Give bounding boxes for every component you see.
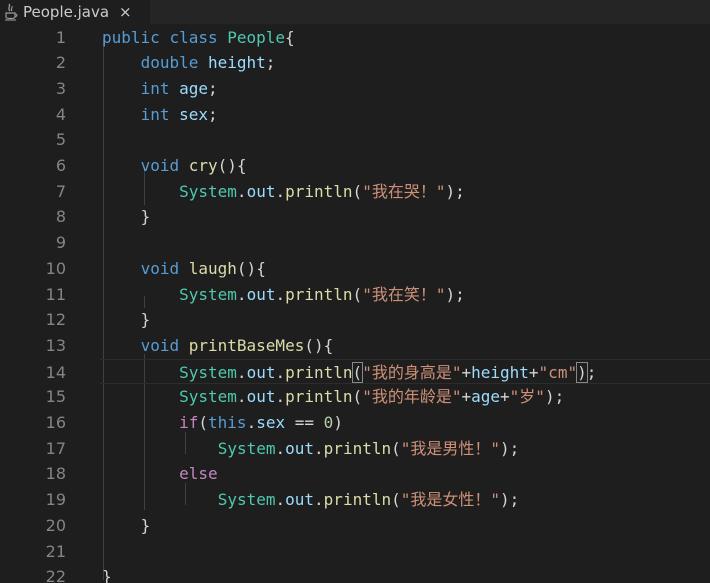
code-text: int sex; (140, 104, 218, 124)
code-text: } (140, 515, 151, 535)
code-line[interactable]: 14 System.out.println("我的身高是"+height+"cm… (46, 358, 710, 385)
code-text: void cry(){ (140, 156, 247, 175)
code-line[interactable]: 21 (0, 539, 710, 565)
line-number: 16 (45, 413, 66, 432)
code-line[interactable]: 3 int age; (0, 76, 710, 102)
code-line[interactable]: 13 void printBaseMes(){ (0, 333, 710, 359)
code-text: System.out.println("我在哭！"); (179, 181, 465, 201)
line-number: 4 (55, 104, 66, 124)
code-line[interactable]: 17 System.out.println("我是男性！"); (0, 436, 710, 462)
code-text: if(this.sex == 0) (179, 413, 343, 432)
code-text: } (140, 310, 151, 330)
tab-people-java[interactable]: People.java × (0, 0, 150, 24)
line-number: 21 (45, 541, 66, 561)
code-text: void laugh(){ (140, 258, 266, 278)
code-line[interactable]: 15 System.out.println("我的年龄是"+age+"岁"); (0, 384, 710, 410)
code-line[interactable]: 20 } (0, 513, 710, 539)
code-text: System.out.println("我是男性！"); (217, 438, 520, 458)
line-number: 14 (45, 362, 66, 382)
editor-tab-bar: People.java × (0, 0, 710, 24)
code-text: int age; (140, 78, 218, 98)
code-line[interactable]: 8 } (0, 204, 710, 230)
code-line[interactable]: 6 void cry(){ (0, 153, 710, 179)
code-line[interactable]: 22} (0, 564, 710, 583)
line-number: 1 (55, 27, 66, 47)
code-line[interactable]: 18 else (0, 461, 710, 487)
line-number: 9 (55, 233, 66, 253)
line-number: 8 (55, 207, 66, 227)
code-editor[interactable]: 1 public class People{2 double height; 3 i… (0, 24, 710, 583)
java-file-icon (5, 3, 18, 21)
line-number: 11 (45, 284, 66, 304)
code-line[interactable]: 19 System.out.println("我是女性！"); (0, 487, 710, 513)
code-line[interactable]: 11 System.out.println("我在笑！"); (0, 282, 710, 308)
line-number: 7 (55, 181, 66, 201)
line-number: 6 (55, 156, 66, 175)
code-line[interactable]: 4 int sex; (0, 102, 710, 128)
code-text: System.out.println("我的年龄是"+age+"岁"); (179, 387, 565, 407)
line-number: 15 (45, 387, 66, 407)
code-text: void printBaseMes(){ (140, 335, 334, 355)
code-text: System.out.println("我的身高是"+height+"cm"); (179, 361, 597, 383)
code-line[interactable]: 1 public class People{ (0, 25, 710, 51)
line-number: 10 (45, 258, 66, 278)
code-text: System.out.println("我是女性！"); (217, 490, 520, 510)
line-number: 13 (45, 335, 66, 355)
close-icon[interactable]: × (119, 3, 132, 21)
code-line[interactable]: 7 System.out.println("我在哭！"); (0, 179, 710, 205)
tab-label: People.java (23, 3, 110, 21)
code-text: } (102, 567, 112, 583)
code-line[interactable]: 12 } (0, 307, 710, 333)
line-number: 20 (45, 515, 66, 535)
code-line[interactable]: 2 double height; (0, 50, 710, 76)
line-number: 17 (45, 438, 66, 458)
line-number: 22 (45, 567, 66, 583)
line-number: 12 (45, 310, 66, 330)
code-text: public class People{ (102, 27, 295, 47)
line-number: 5 (55, 130, 66, 150)
line-number: 18 (45, 464, 66, 484)
code-text: else (179, 464, 218, 484)
line-number: 3 (55, 78, 66, 98)
code-text: System.out.println("我在笑！"); (179, 284, 465, 304)
code-line[interactable]: 10 void laugh(){ (0, 256, 710, 282)
code-line[interactable]: 9 (0, 230, 710, 256)
code-text: } (140, 207, 151, 227)
code-line[interactable]: 16 if(this.sex == 0) (0, 410, 710, 436)
code-line[interactable]: 5 (0, 127, 710, 153)
line-number: 2 (55, 53, 66, 73)
code-text: double height; (140, 53, 276, 73)
line-number: 19 (45, 490, 66, 510)
